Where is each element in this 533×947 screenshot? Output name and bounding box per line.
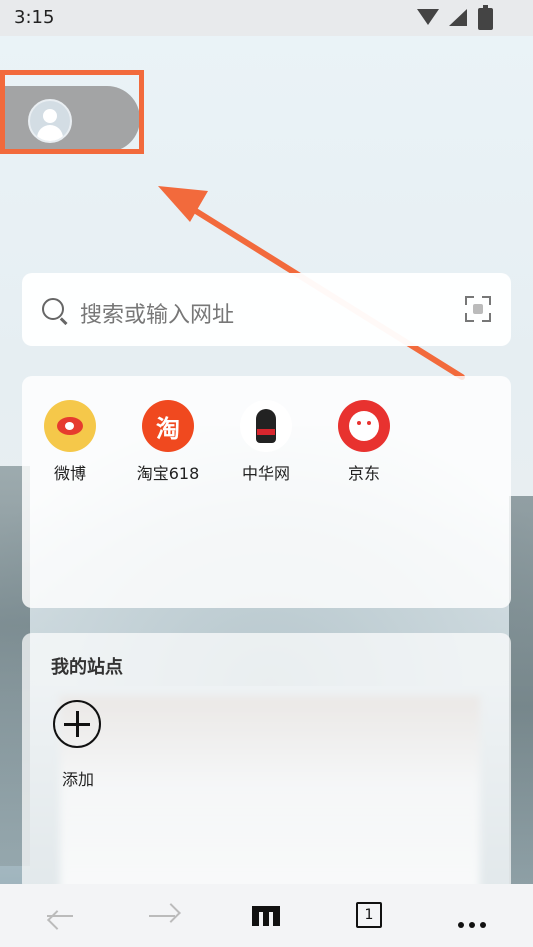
quick-links-card: 微博 淘 淘宝618 中华网 京东 (22, 376, 511, 608)
quick-link-label: 京东 (347, 464, 380, 483)
search-bar[interactable]: 搜索或输入网址 (22, 273, 511, 346)
home-icon (252, 906, 280, 926)
more-menu-button[interactable] (444, 884, 504, 947)
signal-icon (449, 9, 467, 26)
jd-icon (338, 400, 390, 452)
quick-link-zhonghua[interactable]: 中华网 (226, 400, 306, 484)
add-site-button[interactable] (53, 700, 101, 748)
status-time: 3:15 (14, 7, 55, 28)
add-site-label[interactable]: 添加 (62, 766, 94, 790)
quick-link-label: 中华网 (241, 464, 290, 483)
scan-icon[interactable] (465, 296, 491, 322)
weibo-icon (44, 400, 96, 452)
zhonghua-icon (240, 400, 292, 452)
quick-link-label: 淘宝618 (136, 464, 200, 483)
wifi-icon (417, 9, 439, 25)
quick-link-taobao[interactable]: 淘 淘宝618 (128, 400, 208, 484)
forward-button[interactable] (132, 884, 192, 947)
status-bar: 3:15 (0, 0, 533, 36)
tabs-button[interactable]: 1 (340, 884, 400, 947)
search-placeholder: 搜索或输入网址 (80, 303, 235, 328)
more-icon (458, 913, 491, 932)
quick-link-label: 微博 (53, 464, 86, 483)
quick-link-weibo[interactable]: 微博 (30, 400, 110, 484)
search-icon (42, 298, 64, 320)
quick-link-jd[interactable]: 京东 (324, 400, 404, 484)
my-sites-card: 我的站点 添加 (22, 633, 511, 893)
annotation-highlight-box (0, 70, 144, 154)
my-sites-title: 我的站点 (51, 657, 123, 678)
back-button[interactable] (30, 884, 90, 947)
bottom-nav: 1 (0, 884, 533, 947)
battery-icon (478, 5, 493, 30)
home-button[interactable] (236, 884, 296, 947)
taobao-icon: 淘 (142, 400, 194, 452)
tabs-count: 1 (356, 902, 382, 928)
